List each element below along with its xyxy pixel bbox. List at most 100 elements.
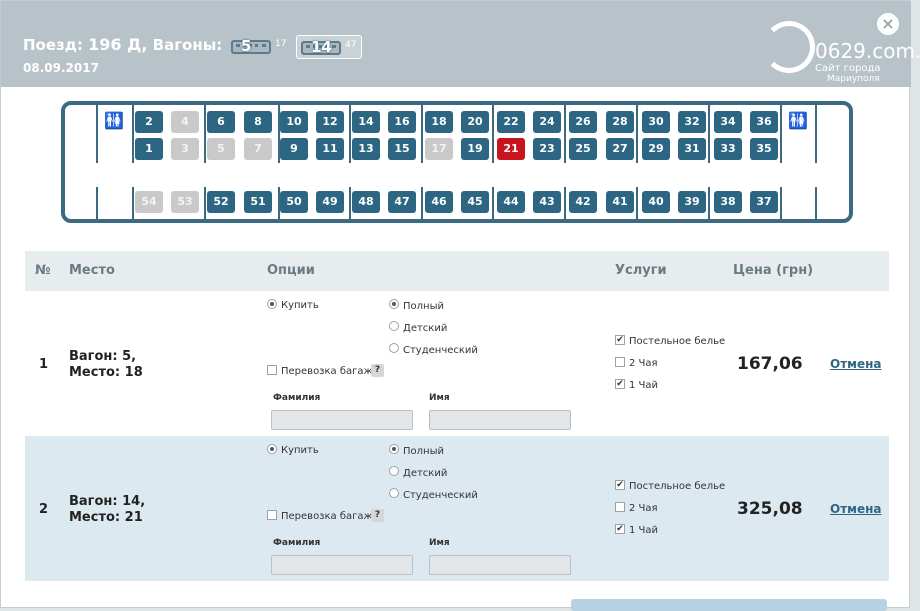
seat-16[interactable]: 16	[388, 111, 416, 133]
seat-22[interactable]: 22	[497, 111, 525, 133]
seat-39[interactable]: 39	[678, 191, 706, 213]
compartment-divider	[349, 187, 351, 219]
compartment-divider	[132, 105, 134, 163]
seat-33[interactable]: 33	[714, 138, 742, 160]
two-tea-checkbox[interactable]	[615, 357, 625, 367]
seat-29[interactable]: 29	[642, 138, 670, 160]
ticket-student-radio[interactable]	[389, 343, 399, 353]
seat-32[interactable]: 32	[678, 111, 706, 133]
seat-47[interactable]: 47	[388, 191, 416, 213]
luggage-checkbox[interactable]	[267, 365, 277, 375]
compartment-divider	[708, 105, 710, 163]
seat-26[interactable]: 26	[569, 111, 597, 133]
ticket-student-radio[interactable]	[389, 488, 399, 498]
seat-18[interactable]: 18	[425, 111, 453, 133]
seat-46[interactable]: 46	[425, 191, 453, 213]
seat-44[interactable]: 44	[497, 191, 525, 213]
seat-14[interactable]: 14	[352, 111, 380, 133]
one-tea-checkbox[interactable]: ✔	[615, 524, 625, 534]
booking-modal: Поезд: 196 Д, Вагоны: 5 17 14 47 08.09.2…	[0, 0, 920, 611]
continue-button[interactable]	[571, 599, 887, 611]
compartment-divider	[204, 187, 206, 219]
seat-37[interactable]: 37	[750, 191, 778, 213]
bedding-checkbox[interactable]: ✔	[615, 480, 625, 490]
seat-49[interactable]: 49	[316, 191, 344, 213]
seat-12[interactable]: 12	[316, 111, 344, 133]
seat-48[interactable]: 48	[352, 191, 380, 213]
two-tea-checkbox[interactable]	[615, 502, 625, 512]
col-services: Услуги	[615, 263, 667, 278]
cancel-link[interactable]: Отмена	[830, 502, 882, 516]
seat-45[interactable]: 45	[461, 191, 489, 213]
ticket-child-radio[interactable]	[389, 321, 399, 331]
surname-input[interactable]	[271, 555, 413, 575]
place-seat: Место: 18	[69, 365, 143, 380]
seat-19[interactable]: 19	[461, 138, 489, 160]
seat-10[interactable]: 10	[280, 111, 308, 133]
seat-1[interactable]: 1	[135, 138, 163, 160]
help-icon[interactable]: ?	[371, 509, 384, 522]
seat-27[interactable]: 27	[606, 138, 634, 160]
seat-8[interactable]: 8	[244, 111, 272, 133]
seat-43[interactable]: 43	[533, 191, 561, 213]
ticket-full-label: Полный	[403, 301, 444, 312]
ticket-child-radio[interactable]	[389, 466, 399, 476]
compartment-divider	[780, 105, 782, 163]
seat-30[interactable]: 30	[642, 111, 670, 133]
seat-13[interactable]: 13	[352, 138, 380, 160]
surname-label: Фамилия	[273, 538, 321, 548]
seat-51[interactable]: 51	[244, 191, 272, 213]
seat-28[interactable]: 28	[606, 111, 634, 133]
place-wagon: Вагон: 5,	[69, 349, 137, 364]
seat-38[interactable]: 38	[714, 191, 742, 213]
cancel-link[interactable]: Отмена	[830, 357, 882, 371]
seat-36[interactable]: 36	[750, 111, 778, 133]
seat-4: 4	[171, 111, 199, 133]
compartment-divider	[349, 105, 351, 163]
seat-24[interactable]: 24	[533, 111, 561, 133]
one-tea-checkbox[interactable]: ✔	[615, 379, 625, 389]
buy-radio[interactable]	[267, 444, 277, 454]
seat-21[interactable]: 21	[497, 138, 525, 160]
logo-ring-icon	[763, 21, 815, 73]
seat-35[interactable]: 35	[750, 138, 778, 160]
help-icon[interactable]: ?	[371, 364, 384, 377]
seat-3: 3	[171, 138, 199, 160]
seat-20[interactable]: 20	[461, 111, 489, 133]
ticket-student-label: Студенческий	[403, 490, 478, 501]
surname-input[interactable]	[271, 410, 413, 430]
seat-15[interactable]: 15	[388, 138, 416, 160]
row-place: Вагон: 14, Место: 21	[69, 494, 145, 526]
seat-2[interactable]: 2	[135, 111, 163, 133]
luggage-checkbox[interactable]	[267, 510, 277, 520]
seat-40[interactable]: 40	[642, 191, 670, 213]
compartment-divider	[636, 105, 638, 163]
wagon-free-count: 47	[345, 40, 357, 50]
seat-31[interactable]: 31	[678, 138, 706, 160]
wagon-5-button[interactable]: 5 17	[227, 35, 293, 59]
seat-23[interactable]: 23	[533, 138, 561, 160]
buy-radio[interactable]	[267, 299, 277, 309]
seat-41[interactable]: 41	[606, 191, 634, 213]
seat-50[interactable]: 50	[280, 191, 308, 213]
close-icon[interactable]: ×	[877, 13, 899, 35]
col-num: №	[35, 263, 51, 278]
seat-52[interactable]: 52	[207, 191, 235, 213]
seat-42[interactable]: 42	[569, 191, 597, 213]
wagon-free-count: 17	[275, 39, 287, 49]
bedding-checkbox[interactable]: ✔	[615, 335, 625, 345]
one-tea-label: 1 Чай	[629, 525, 659, 536]
wagon-14-button[interactable]: 14 47	[296, 35, 362, 59]
seat-11[interactable]: 11	[316, 138, 344, 160]
ticket-full-radio[interactable]	[389, 299, 399, 309]
seat-17: 17	[425, 138, 453, 160]
seat-6[interactable]: 6	[207, 111, 235, 133]
buy-label: Купить	[281, 300, 319, 311]
seat-34[interactable]: 34	[714, 111, 742, 133]
ticket-full-radio[interactable]	[389, 444, 399, 454]
name-input[interactable]	[429, 555, 571, 575]
seat-25[interactable]: 25	[569, 138, 597, 160]
name-input[interactable]	[429, 410, 571, 430]
seat-9[interactable]: 9	[280, 138, 308, 160]
compartment-divider	[492, 187, 494, 219]
